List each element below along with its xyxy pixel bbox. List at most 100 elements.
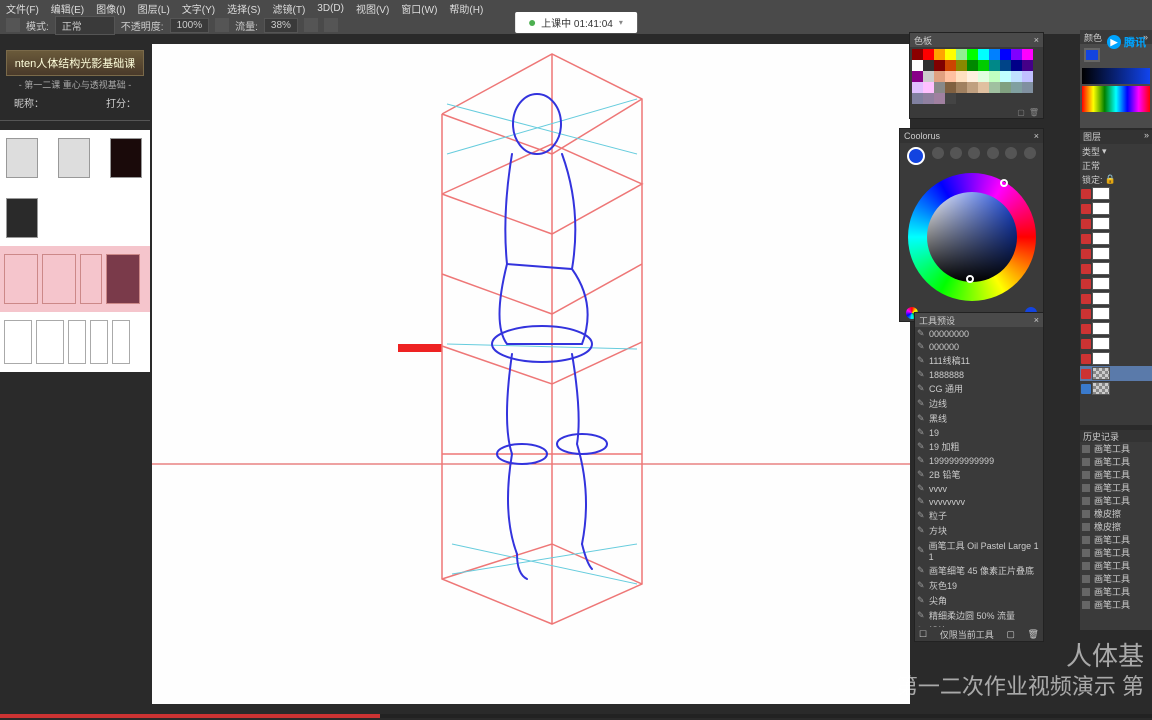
layer-thumbnail[interactable] — [1092, 292, 1110, 305]
history-item[interactable]: 橡皮擦 — [1080, 520, 1152, 533]
swatch[interactable] — [945, 49, 956, 60]
layer-row[interactable] — [1080, 366, 1152, 381]
ref-thumb[interactable] — [6, 138, 38, 178]
ref-thumb[interactable] — [112, 320, 130, 364]
harmony-icon[interactable] — [987, 147, 999, 159]
preset-item[interactable]: ✎边线 — [915, 396, 1043, 411]
preset-item[interactable]: ✎方块 — [915, 523, 1043, 538]
swatch[interactable] — [1000, 82, 1011, 93]
opacity-pressure-icon[interactable] — [215, 18, 229, 32]
visibility-icon[interactable] — [1081, 204, 1091, 214]
layer-row[interactable] — [1080, 291, 1152, 306]
layer-row[interactable] — [1080, 306, 1152, 321]
ref-thumb[interactable] — [68, 320, 86, 364]
menu-select[interactable]: 选择(S) — [227, 1, 260, 16]
preset-item[interactable]: ✎画笔工具 Oil Pastel Large 1 1 — [915, 538, 1043, 563]
hue-marker[interactable] — [1000, 179, 1008, 187]
swatch[interactable] — [956, 49, 967, 60]
swatch[interactable] — [989, 60, 1000, 71]
preset-item[interactable]: ✎黑线 — [915, 411, 1043, 426]
layer-thumbnail[interactable] — [1092, 322, 1110, 335]
menu-window[interactable]: 窗口(W) — [401, 1, 437, 16]
new-swatch-icon[interactable]: ▢ — [1017, 108, 1025, 117]
harmony-icon[interactable] — [950, 147, 962, 159]
preset-item[interactable]: ✎画笔细笔 45 像素正片叠底 — [915, 563, 1043, 578]
history-item[interactable]: 画笔工具 — [1080, 546, 1152, 559]
ref-thumb[interactable] — [4, 320, 32, 364]
trash-icon[interactable]: 🗑 — [1028, 629, 1039, 640]
layer-thumbnail[interactable] — [1092, 247, 1110, 260]
layer-thumbnail[interactable] — [1092, 277, 1110, 290]
menu-layer[interactable]: 图层(L) — [138, 1, 170, 16]
history-item[interactable]: 橡皮擦 — [1080, 507, 1152, 520]
ref-thumb[interactable] — [90, 320, 108, 364]
harmony-icon[interactable] — [932, 147, 944, 159]
preset-item[interactable]: ✎CG 通用 — [915, 381, 1043, 396]
swatch[interactable] — [1022, 60, 1033, 71]
preset-item[interactable]: ✎vvvv — [915, 482, 1043, 495]
menu-file[interactable]: 文件(F) — [6, 1, 39, 16]
layer-thumbnail[interactable] — [1092, 232, 1110, 245]
swatch[interactable] — [923, 82, 934, 93]
preset-item[interactable]: ✎2B 铅笔 — [915, 467, 1043, 482]
history-item[interactable]: 画笔工具 — [1080, 559, 1152, 572]
filter-icon[interactable]: ▾ — [1102, 146, 1107, 157]
layer-row[interactable] — [1080, 261, 1152, 276]
ref-thumb[interactable] — [42, 254, 76, 304]
layer-thumbnail[interactable] — [1092, 217, 1110, 230]
layer-row[interactable] — [1080, 216, 1152, 231]
close-icon[interactable]: × — [1034, 35, 1039, 45]
visibility-icon[interactable] — [1081, 354, 1091, 364]
ref-thumb[interactable] — [80, 254, 102, 304]
layer-thumbnail[interactable] — [1092, 337, 1110, 350]
ref-thumb[interactable] — [110, 138, 142, 178]
swatch[interactable] — [1000, 49, 1011, 60]
ref-thumb[interactable] — [36, 320, 64, 364]
swatch[interactable] — [978, 82, 989, 93]
history-item[interactable]: 画笔工具 — [1080, 494, 1152, 507]
swatch[interactable] — [923, 49, 934, 60]
preset-list[interactable]: ✎00000000✎000000✎111线稿11✎1888888✎CG 通用✎边… — [915, 327, 1043, 627]
history-item[interactable]: 画笔工具 — [1080, 585, 1152, 598]
swatch[interactable] — [956, 60, 967, 71]
preset-item[interactable]: ✎灰色19 — [915, 578, 1043, 593]
swatch[interactable] — [978, 49, 989, 60]
swatch[interactable] — [978, 60, 989, 71]
visibility-icon[interactable] — [1081, 234, 1091, 244]
layer-row[interactable] — [1080, 186, 1152, 201]
history-item[interactable]: 画笔工具 — [1080, 442, 1152, 455]
layer-row[interactable] — [1080, 246, 1152, 261]
swatch[interactable] — [923, 71, 934, 82]
expand-icon[interactable]: » — [1144, 130, 1149, 144]
history-item[interactable]: 画笔工具 — [1080, 533, 1152, 546]
menu-view[interactable]: 视图(V) — [356, 1, 389, 16]
layer-thumbnail[interactable] — [1092, 307, 1110, 320]
swatch[interactable] — [923, 93, 934, 104]
preset-item[interactable]: ✎尖角 — [915, 593, 1043, 608]
video-progress[interactable] — [0, 714, 1152, 718]
layer-row[interactable] — [1080, 351, 1152, 366]
layer-thumbnail[interactable] — [1092, 352, 1110, 365]
brush-icon[interactable] — [6, 18, 20, 32]
swatch[interactable] — [1000, 71, 1011, 82]
menu-image[interactable]: 图像(I) — [96, 1, 125, 16]
layer-thumbnail[interactable] — [1092, 367, 1110, 380]
mode-select[interactable]: 正常 — [55, 16, 115, 35]
preset-item[interactable]: ✎19 加粗 — [915, 439, 1043, 454]
visibility-icon[interactable] — [1081, 249, 1091, 259]
menu-text[interactable]: 文字(Y) — [182, 1, 215, 16]
swatch[interactable] — [923, 60, 934, 71]
swatch[interactable] — [945, 82, 956, 93]
ref-thumb[interactable] — [106, 254, 140, 304]
visibility-icon[interactable] — [1081, 309, 1091, 319]
menu-3d[interactable]: 3D(D) — [317, 3, 344, 14]
preset-item[interactable]: ✎19 — [915, 426, 1043, 439]
swatch[interactable] — [956, 82, 967, 93]
preset-item[interactable]: ✎1999999999999 — [915, 454, 1043, 467]
opacity-input[interactable]: 100% — [170, 18, 210, 33]
new-preset-icon[interactable]: ▢ — [1006, 629, 1015, 640]
ref-thumb[interactable] — [4, 254, 38, 304]
history-item[interactable]: 画笔工具 — [1080, 598, 1152, 611]
swatch[interactable] — [1022, 49, 1033, 60]
visibility-icon[interactable] — [1081, 324, 1091, 334]
